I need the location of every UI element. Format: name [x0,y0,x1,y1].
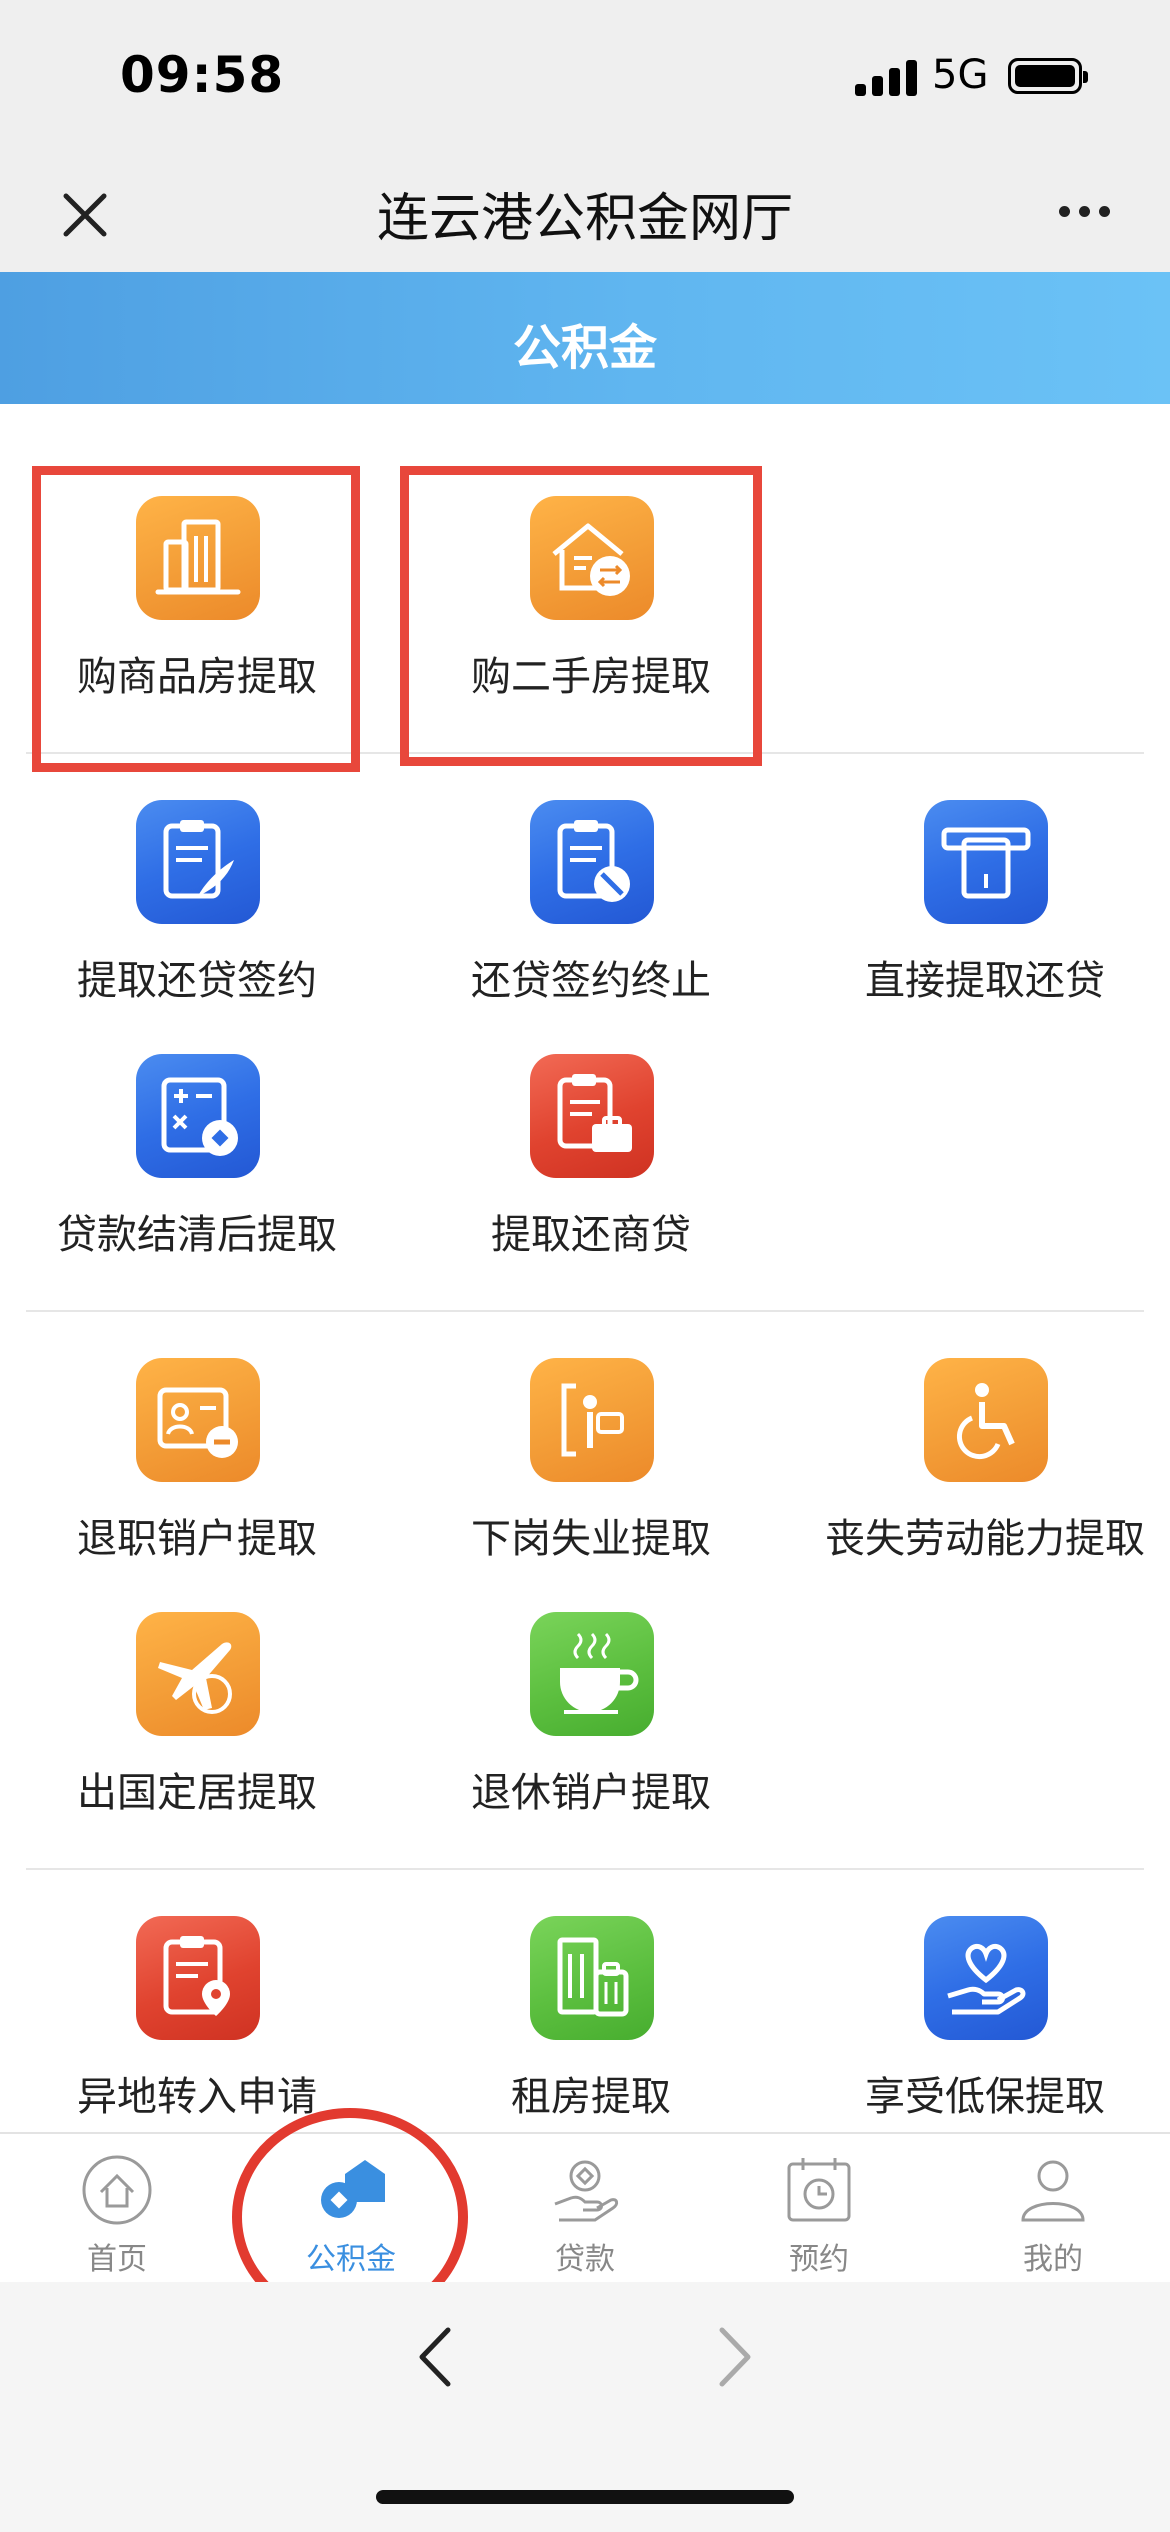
location-document-icon [136,1916,260,2040]
section-divider [26,1868,1144,1870]
heart-hand-icon [924,1916,1048,2040]
chevron-left-icon [419,2327,451,2387]
grid-item-repay-terminate[interactable]: 还贷签约终止 [394,800,788,1030]
grid-item-unemployed[interactable]: 下岗失业提取 [394,1358,788,1588]
grid-item-label: 租房提取 [511,2074,671,2120]
tab-label: 预约 [789,2242,849,2277]
coffee-cup-icon [530,1612,654,1736]
grid-item-label: 享受低保提取 [865,2074,1105,2120]
grid-item-label: 丧失劳动能力提取 [825,1516,1145,1562]
calendar-clock-icon [787,2158,851,2222]
grid-item-rent[interactable]: 租房提取 [394,1916,788,2132]
grid-item-label: 提取还商贷 [491,1212,691,1258]
wheelchair-icon [924,1358,1048,1482]
plane-globe-icon [136,1612,260,1736]
grid-item-label: 直接提取还贷 [865,958,1105,1004]
section-header-title: 公积金 [512,320,657,376]
tab-home[interactable]: 首页 [0,2134,234,2282]
tab-mine[interactable]: 我的 [936,2134,1170,2282]
person-exit-icon [530,1358,654,1482]
atm-card-icon [924,800,1048,924]
grid-item-label: 下岗失业提取 [471,1516,711,1562]
user-icon [1021,2160,1085,2222]
forward-button[interactable] [710,2322,760,2392]
section-header: 公积金 [0,272,1170,404]
grid-item-resign-close[interactable]: 退职销户提取 [0,1358,394,1588]
id-card-minus-icon [136,1358,260,1482]
grid-item-label: 提取还贷签约 [77,958,317,1004]
service-grid: 购商品房提取 购二手房提取 提取还贷签约 还贷签约终止 直接提取还贷 贷款结清后… [0,404,1170,2132]
page-title: 连云港公积金网厅 [376,189,793,249]
grid-item-low-income[interactable]: 享受低保提取 [788,1916,1170,2132]
grid-item-transfer-in[interactable]: 异地转入申请 [0,1916,394,2132]
grid-item-repay-sign[interactable]: 提取还贷签约 [0,800,394,1030]
loan-hand-icon [554,2160,619,2222]
calculator-icon [136,1054,260,1178]
tab-label: 贷款 [555,2242,615,2277]
highlight-box [32,466,360,772]
building-luggage-icon [530,1916,654,2040]
tab-label: 我的 [1023,2242,1083,2277]
chevron-right-icon [719,2327,751,2387]
section-divider [26,1310,1144,1312]
sign-document-icon [136,800,260,924]
grid-item-retire[interactable]: 退休销户提取 [394,1612,788,1842]
grid-item-label: 出国定居提取 [77,1770,317,1816]
grid-item-commercial-loan[interactable]: 提取还商贷 [394,1054,788,1284]
grid-item-direct-repay[interactable]: 直接提取还贷 [788,800,1170,1030]
nav-bar: 连云港公积金网厅 [0,150,1170,272]
status-time: 09:58 [120,46,285,104]
back-button[interactable] [410,2322,460,2392]
briefcase-document-icon [530,1054,654,1178]
home-icon [82,2155,152,2225]
tab-bar: 首页 公积金 贷款 预约 我的 [0,2132,1170,2282]
grid-item-incapacity[interactable]: 丧失劳动能力提取 [788,1358,1170,1588]
browser-toolbar [0,2282,1170,2532]
terminate-document-icon [530,800,654,924]
grid-item-emigrate[interactable]: 出国定居提取 [0,1612,394,1842]
signal-icon [855,58,919,96]
grid-item-label: 退休销户提取 [471,1770,711,1816]
grid-item-label: 贷款结清后提取 [57,1212,337,1258]
tab-loan[interactable]: 贷款 [468,2134,702,2282]
grid-item-label: 退职销户提取 [77,1516,317,1562]
home-indicator[interactable] [376,2490,794,2504]
highlight-box [400,466,762,766]
battery-icon [1008,58,1088,94]
more-button[interactable] [1045,186,1125,236]
tab-label: 首页 [87,2242,147,2277]
tab-appointment[interactable]: 预约 [702,2134,936,2282]
status-bar: 09:58 5G [0,0,1170,150]
grid-item-label: 还贷签约终止 [471,958,711,1004]
network-type: 5G [932,52,989,98]
grid-item-loan-settled[interactable]: 贷款结清后提取 [0,1054,394,1284]
